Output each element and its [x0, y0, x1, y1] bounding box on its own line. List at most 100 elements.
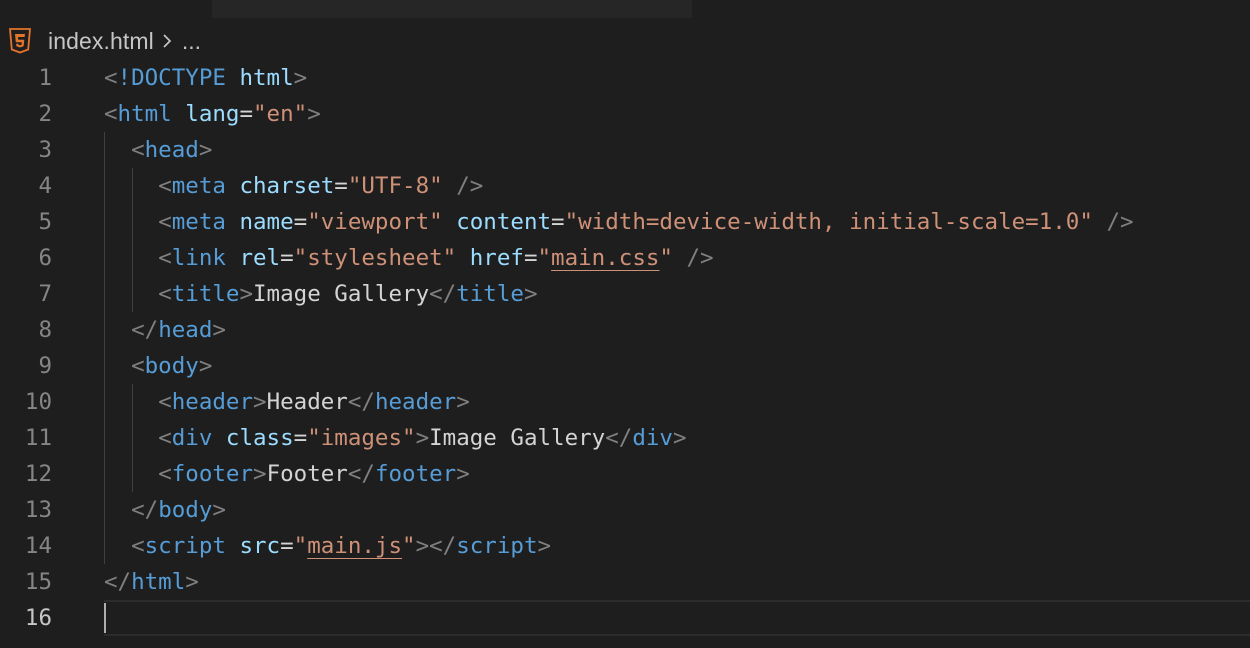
- breadcrumb-more[interactable]: ...: [182, 28, 201, 55]
- code-line[interactable]: 7 <title>Image Gallery</title>: [0, 276, 1250, 312]
- code-token: ></: [415, 533, 457, 559]
- code-token: >: [293, 65, 308, 91]
- code-token: >: [253, 461, 267, 487]
- line-content: <script src="main.js"></script>: [104, 528, 551, 564]
- line-content: <footer>Footer</footer>: [104, 456, 470, 492]
- code-token: >: [456, 389, 470, 415]
- code-line[interactable]: 3 <head>: [0, 132, 1250, 168]
- line-content: <link rel="stylesheet" href="main.css" /…: [104, 240, 713, 276]
- code-line[interactable]: 10 <header>Header</header>: [0, 384, 1250, 420]
- code-token: class: [225, 425, 294, 451]
- chevron-right-icon: [160, 30, 174, 52]
- code-token: footer: [374, 461, 457, 487]
- code-token: !DOCTYPE: [117, 65, 226, 91]
- code-token: href: [469, 245, 524, 271]
- code-token: </: [347, 461, 375, 487]
- text-cursor: [104, 603, 106, 633]
- line-content: </html>: [104, 564, 199, 600]
- code-token: =: [523, 245, 538, 271]
- breadcrumb-file[interactable]: index.html: [48, 28, 154, 55]
- code-token: <: [158, 173, 172, 199]
- code-editor[interactable]: index.html ... 1 <!DOCTYPE html> 2 <html la…: [0, 0, 1250, 648]
- code-token: lang: [185, 101, 240, 127]
- code-token: >: [456, 461, 470, 487]
- code-token: </: [429, 281, 457, 307]
- code-token: <: [158, 425, 172, 451]
- code-line[interactable]: 2 <html lang="en">: [0, 96, 1250, 132]
- code-token: <: [158, 281, 172, 307]
- code-token: name: [239, 209, 294, 235]
- code-line[interactable]: 12 <footer>Footer</footer>: [0, 456, 1250, 492]
- code-token: head: [158, 317, 213, 343]
- code-token: >: [253, 389, 267, 415]
- code-line[interactable]: 15 </html>: [0, 564, 1250, 600]
- code-token: =: [293, 209, 308, 235]
- line-number: 2: [38, 101, 52, 127]
- code-token: />: [1106, 209, 1134, 235]
- code-token: title: [456, 281, 524, 307]
- code-line[interactable]: 11 <div class="images">Image Gallery</di…: [0, 420, 1250, 456]
- code-area[interactable]: 1 <!DOCTYPE html> 2 <html lang="en"> 3 <head…: [0, 60, 1250, 636]
- line-content: </head>: [104, 312, 226, 348]
- code-line[interactable]: 16: [0, 600, 1250, 636]
- line-content: <!DOCTYPE html>: [104, 60, 307, 96]
- code-token: <: [104, 65, 118, 91]
- code-token: div: [171, 425, 213, 451]
- code-line[interactable]: 9 <body>: [0, 348, 1250, 384]
- code-token: >: [672, 425, 687, 451]
- code-line[interactable]: 4 <meta charset="UTF-8" />: [0, 168, 1250, 204]
- line-number: 16: [24, 605, 52, 631]
- tab-bar: [0, 0, 1250, 18]
- code-line[interactable]: 6 <link rel="stylesheet" href="main.css"…: [0, 240, 1250, 276]
- code-token: <: [158, 209, 172, 235]
- file-link[interactable]: main.css: [551, 245, 659, 271]
- line-number: 1: [38, 65, 52, 91]
- code-token: "width=device-width, initial-scale=1.0": [564, 209, 1093, 235]
- code-token: >: [307, 101, 321, 127]
- code-token: <: [158, 245, 172, 271]
- code-token: Header: [266, 389, 348, 415]
- line-content: <header>Header</header>: [104, 384, 470, 420]
- line-number: 15: [24, 569, 52, 595]
- code-token: header: [171, 389, 254, 415]
- code-token: =: [334, 173, 348, 199]
- code-token: body: [158, 497, 213, 523]
- code-token: meta: [171, 173, 226, 199]
- code-token: Image Gallery: [253, 281, 430, 307]
- code-token: =: [551, 209, 565, 235]
- code-token: >: [212, 497, 226, 523]
- line-content: <html lang="en">: [104, 96, 321, 132]
- code-token: >: [198, 137, 213, 163]
- code-token: </: [104, 569, 132, 595]
- code-token: charset: [239, 173, 335, 199]
- code-token: >: [198, 353, 213, 379]
- code-line[interactable]: 14 <script src="main.js"></script>: [0, 528, 1250, 564]
- code-token: </: [131, 317, 159, 343]
- file-link[interactable]: main.js: [307, 533, 402, 559]
- code-token: =: [280, 533, 294, 559]
- code-token: meta: [171, 209, 226, 235]
- line-content: <meta charset="UTF-8" />: [104, 168, 483, 204]
- code-token: "en": [253, 101, 308, 127]
- code-token: <: [104, 101, 118, 127]
- code-token: =: [239, 101, 254, 127]
- code-token: html: [131, 569, 186, 595]
- code-token: ": [659, 245, 673, 271]
- line-content: </body>: [104, 492, 226, 528]
- line-content: <title>Image Gallery</title>: [104, 276, 537, 312]
- code-line[interactable]: 8 </head>: [0, 312, 1250, 348]
- code-line[interactable]: 13 </body>: [0, 492, 1250, 528]
- code-line[interactable]: 5 <meta name="viewport" content="width=d…: [0, 204, 1250, 240]
- code-token: "viewport": [307, 209, 443, 235]
- code-token: =: [293, 425, 308, 451]
- code-token: =: [280, 245, 294, 271]
- code-token: <: [131, 137, 145, 163]
- code-line[interactable]: 1 <!DOCTYPE html>: [0, 60, 1250, 96]
